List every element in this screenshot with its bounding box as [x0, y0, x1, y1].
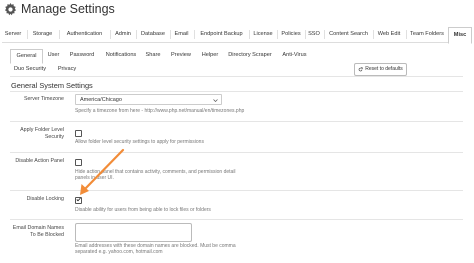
checkmark-icon: [76, 197, 81, 202]
locking-checkbox[interactable]: [75, 197, 82, 204]
tab-web-edit[interactable]: Web Edit: [375, 27, 403, 42]
section-title: General System Settings: [11, 81, 93, 90]
action-panel-checkbox[interactable]: [75, 159, 82, 166]
folder-security-help: Allow folder level security settings to …: [75, 139, 204, 145]
reset-defaults-label: Reset to defaults: [365, 66, 403, 72]
subtab-share[interactable]: Share: [144, 49, 162, 62]
subtab-user[interactable]: User: [45, 49, 62, 62]
timezone-select[interactable]: America/Chicago: [75, 94, 222, 105]
tab-email[interactable]: Email: [172, 27, 191, 42]
page-title: Manage Settings: [21, 2, 115, 16]
row-divider: [10, 219, 463, 220]
tab-authentication[interactable]: Authentication: [61, 27, 108, 42]
blocked-domains-textarea[interactable]: [75, 223, 192, 242]
subtab-general[interactable]: General: [10, 49, 43, 64]
folder-security-label: Apply Folder Level Security: [20, 127, 64, 140]
tab-policies[interactable]: Policies: [279, 27, 303, 42]
tab-admin[interactable]: Admin: [112, 27, 134, 42]
timezone-label: Server Timezone: [23, 96, 64, 102]
reset-defaults-button[interactable]: Reset to defaults: [354, 63, 407, 76]
domains-help: Email addresses with these domain names …: [75, 243, 236, 256]
action-panel-label: Disable Action Panel: [15, 158, 64, 164]
timezone-help: Specify a timezone from here - http://ww…: [75, 108, 245, 114]
domains-label: Email Domain Names To Be Blocked: [12, 225, 64, 238]
subtab-directory-scraper[interactable]: Directory Scraper: [225, 49, 275, 62]
tab-team-folders[interactable]: Team Folders: [408, 27, 446, 42]
folder-security-checkbox[interactable]: [75, 130, 82, 137]
action-panel-help: Hide action panel that contains activity…: [75, 169, 236, 182]
tab-database[interactable]: Database: [138, 27, 168, 42]
subtab-password[interactable]: Password: [66, 49, 98, 62]
tab-license[interactable]: License: [251, 27, 275, 42]
locking-help: Disable ability for users from being abl…: [75, 207, 211, 213]
tab-misc[interactable]: Misc: [448, 27, 472, 44]
gear-icon: [4, 2, 17, 15]
main-tab-bar: Server Storage Authentication Admin Data…: [2, 27, 472, 44]
row-divider: [10, 152, 463, 153]
subtab-privacy[interactable]: Privacy: [54, 63, 80, 76]
locking-label: Disable Locking: [26, 196, 64, 202]
subtab-divider: [10, 76, 463, 77]
tab-content-search[interactable]: Content Search: [326, 27, 371, 42]
subtab-preview[interactable]: Preview: [167, 49, 195, 62]
section-divider: [10, 91, 463, 92]
chevron-down-icon: [213, 99, 218, 102]
row-divider: [10, 190, 463, 191]
tab-sso[interactable]: SSO: [307, 27, 321, 42]
subtab-notifications[interactable]: Notifications: [102, 49, 140, 62]
refresh-icon: [358, 67, 363, 72]
tab-storage[interactable]: Storage: [29, 27, 56, 42]
tab-server[interactable]: Server: [2, 27, 24, 42]
subtab-duo-security[interactable]: Duo Security: [10, 63, 50, 76]
page-header: Manage Settings: [4, 1, 115, 17]
tab-endpoint-backup[interactable]: Endpoint Backup: [196, 27, 247, 42]
row-divider: [10, 121, 463, 122]
subtab-helper[interactable]: Helper: [199, 49, 221, 62]
timezone-value: America/Chicago: [80, 97, 122, 103]
subtab-anti-virus[interactable]: Anti-Virus: [279, 49, 310, 62]
